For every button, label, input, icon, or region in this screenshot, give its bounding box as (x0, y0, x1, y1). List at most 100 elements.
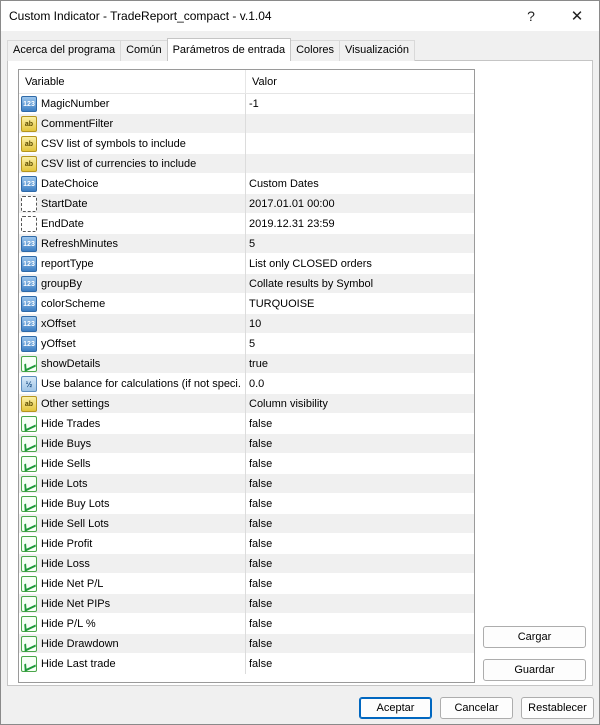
table-row[interactable]: Hide P/L % false (19, 614, 474, 634)
parameter-value[interactable]: false (246, 534, 474, 554)
table-row[interactable]: ab CSV list of currencies to include (19, 154, 474, 174)
parameter-value[interactable]: false (246, 474, 474, 494)
parameter-name-cell: Hide Drawdown (19, 634, 246, 654)
parameter-value[interactable]: false (246, 494, 474, 514)
window-title: Custom Indicator - TradeReport_compact -… (9, 9, 272, 23)
parameter-name: Use balance for calculations (if not spe… (41, 378, 241, 390)
parameter-value[interactable]: false (246, 434, 474, 454)
table-row[interactable]: Hide Lots false (19, 474, 474, 494)
table-row[interactable]: EndDate 2019.12.31 23:59 (19, 214, 474, 234)
table-row[interactable]: Hide Drawdown false (19, 634, 474, 654)
bool-icon (21, 656, 37, 672)
parameter-name-cell: Hide P/L % (19, 614, 246, 634)
table-row[interactable]: 123 groupBy Collate results by Symbol (19, 274, 474, 294)
table-row[interactable]: showDetails true (19, 354, 474, 374)
table-row[interactable]: 123 xOffset 10 (19, 314, 474, 334)
parameter-value[interactable]: TURQUOISE (246, 294, 474, 314)
parameter-name-cell: 123 DateChoice (19, 174, 246, 194)
table-row[interactable]: 123 MagicNumber -1 (19, 94, 474, 114)
ok-button[interactable]: Aceptar (359, 697, 432, 719)
cancel-button[interactable]: Cancelar (440, 697, 513, 719)
parameter-value[interactable]: false (246, 594, 474, 614)
parameter-name: Hide P/L % (41, 618, 96, 630)
bool-icon (21, 536, 37, 552)
table-row[interactable]: Hide Sell Lots false (19, 514, 474, 534)
tab-about[interactable]: Acerca del programa (7, 40, 122, 61)
parameter-value[interactable]: Collate results by Symbol (246, 274, 474, 294)
table-row[interactable]: Hide Net P/L false (19, 574, 474, 594)
table-row[interactable]: Hide Loss false (19, 554, 474, 574)
column-header-value[interactable]: Valor (246, 70, 474, 94)
table-row[interactable]: ½ Use balance for calculations (if not sp… (19, 374, 474, 394)
parameters-list[interactable]: Variable Valor 123 MagicNumber -1 ab Comment… (18, 69, 475, 683)
bool-icon (21, 496, 37, 512)
list-header: Variable Valor (19, 70, 474, 94)
parameter-value[interactable]: 2019.12.31 23:59 (246, 214, 474, 234)
parameter-value[interactable]: false (246, 614, 474, 634)
parameter-name-cell: ½ Use balance for calculations (if not sp… (19, 374, 246, 394)
string-icon: ab (21, 156, 37, 172)
tab-strip: Acerca del programa Común Parámetros de … (7, 38, 416, 61)
tab-colors[interactable]: Colores (290, 40, 340, 61)
table-row[interactable]: 123 DateChoice Custom Dates (19, 174, 474, 194)
table-row[interactable]: ab CSV list of symbols to include (19, 134, 474, 154)
reset-button[interactable]: Restablecer (521, 697, 594, 719)
table-row[interactable]: Hide Trades false (19, 414, 474, 434)
parameter-value[interactable]: false (246, 454, 474, 474)
save-button[interactable]: Guardar (483, 659, 586, 681)
parameter-name-cell: 123 groupBy (19, 274, 246, 294)
table-row[interactable]: 123 reportType List only CLOSED orders (19, 254, 474, 274)
table-row[interactable]: Hide Profit false (19, 534, 474, 554)
table-row[interactable]: Hide Sells false (19, 454, 474, 474)
int-icon: 123 (21, 176, 37, 192)
table-row[interactable]: 123 yOffset 5 (19, 334, 474, 354)
bool-icon (21, 476, 37, 492)
parameter-value[interactable]: 5 (246, 334, 474, 354)
table-row[interactable]: ab Other settings Column visibility (19, 394, 474, 414)
parameter-name-cell: Hide Loss (19, 554, 246, 574)
parameter-value[interactable]: false (246, 414, 474, 434)
table-row[interactable]: Hide Buy Lots false (19, 494, 474, 514)
tab-input-parameters[interactable]: Parámetros de entrada (166, 38, 292, 61)
bool-icon (21, 616, 37, 632)
parameter-value[interactable] (246, 154, 474, 174)
int-icon: 123 (21, 96, 37, 112)
parameter-value[interactable]: false (246, 634, 474, 654)
parameter-value[interactable] (246, 134, 474, 154)
table-row[interactable]: 123 RefreshMinutes 5 (19, 234, 474, 254)
parameter-value[interactable]: 0.0 (246, 374, 474, 394)
string-icon: ab (21, 136, 37, 152)
date-icon (21, 216, 37, 232)
parameter-name: Hide Trades (41, 418, 101, 430)
help-button[interactable]: ? (509, 1, 553, 31)
table-row[interactable]: Hide Net PIPs false (19, 594, 474, 614)
parameter-value[interactable]: false (246, 574, 474, 594)
close-button[interactable]: ✕ (555, 1, 599, 31)
tab-visualization[interactable]: Visualización (339, 40, 416, 61)
parameter-name: Other settings (41, 398, 110, 410)
parameter-value[interactable]: -1 (246, 94, 474, 114)
parameter-value[interactable]: Custom Dates (246, 174, 474, 194)
table-row[interactable]: ab CommentFilter (19, 114, 474, 134)
table-row[interactable]: StartDate 2017.01.01 00:00 (19, 194, 474, 214)
parameter-name: CSV list of currencies to include (41, 158, 197, 170)
parameter-value[interactable]: Column visibility (246, 394, 474, 414)
tab-common[interactable]: Común (120, 40, 168, 61)
table-row[interactable]: 123 colorScheme TURQUOISE (19, 294, 474, 314)
column-header-variable[interactable]: Variable (19, 70, 246, 94)
parameter-value[interactable]: false (246, 514, 474, 534)
parameter-value[interactable]: false (246, 654, 474, 674)
parameter-name: showDetails (41, 358, 101, 370)
parameter-value[interactable]: 2017.01.01 00:00 (246, 194, 474, 214)
parameter-value[interactable]: 10 (246, 314, 474, 334)
parameter-name: Hide Sells (41, 458, 91, 470)
load-button[interactable]: Cargar (483, 626, 586, 648)
parameter-value[interactable]: 5 (246, 234, 474, 254)
parameter-value[interactable] (246, 114, 474, 134)
parameter-value[interactable]: false (246, 554, 474, 574)
parameter-value[interactable]: List only CLOSED orders (246, 254, 474, 274)
parameter-value[interactable]: true (246, 354, 474, 374)
table-row[interactable]: Hide Last trade false (19, 654, 474, 674)
table-row[interactable]: Hide Buys false (19, 434, 474, 454)
parameter-name: Hide Last trade (41, 658, 116, 670)
